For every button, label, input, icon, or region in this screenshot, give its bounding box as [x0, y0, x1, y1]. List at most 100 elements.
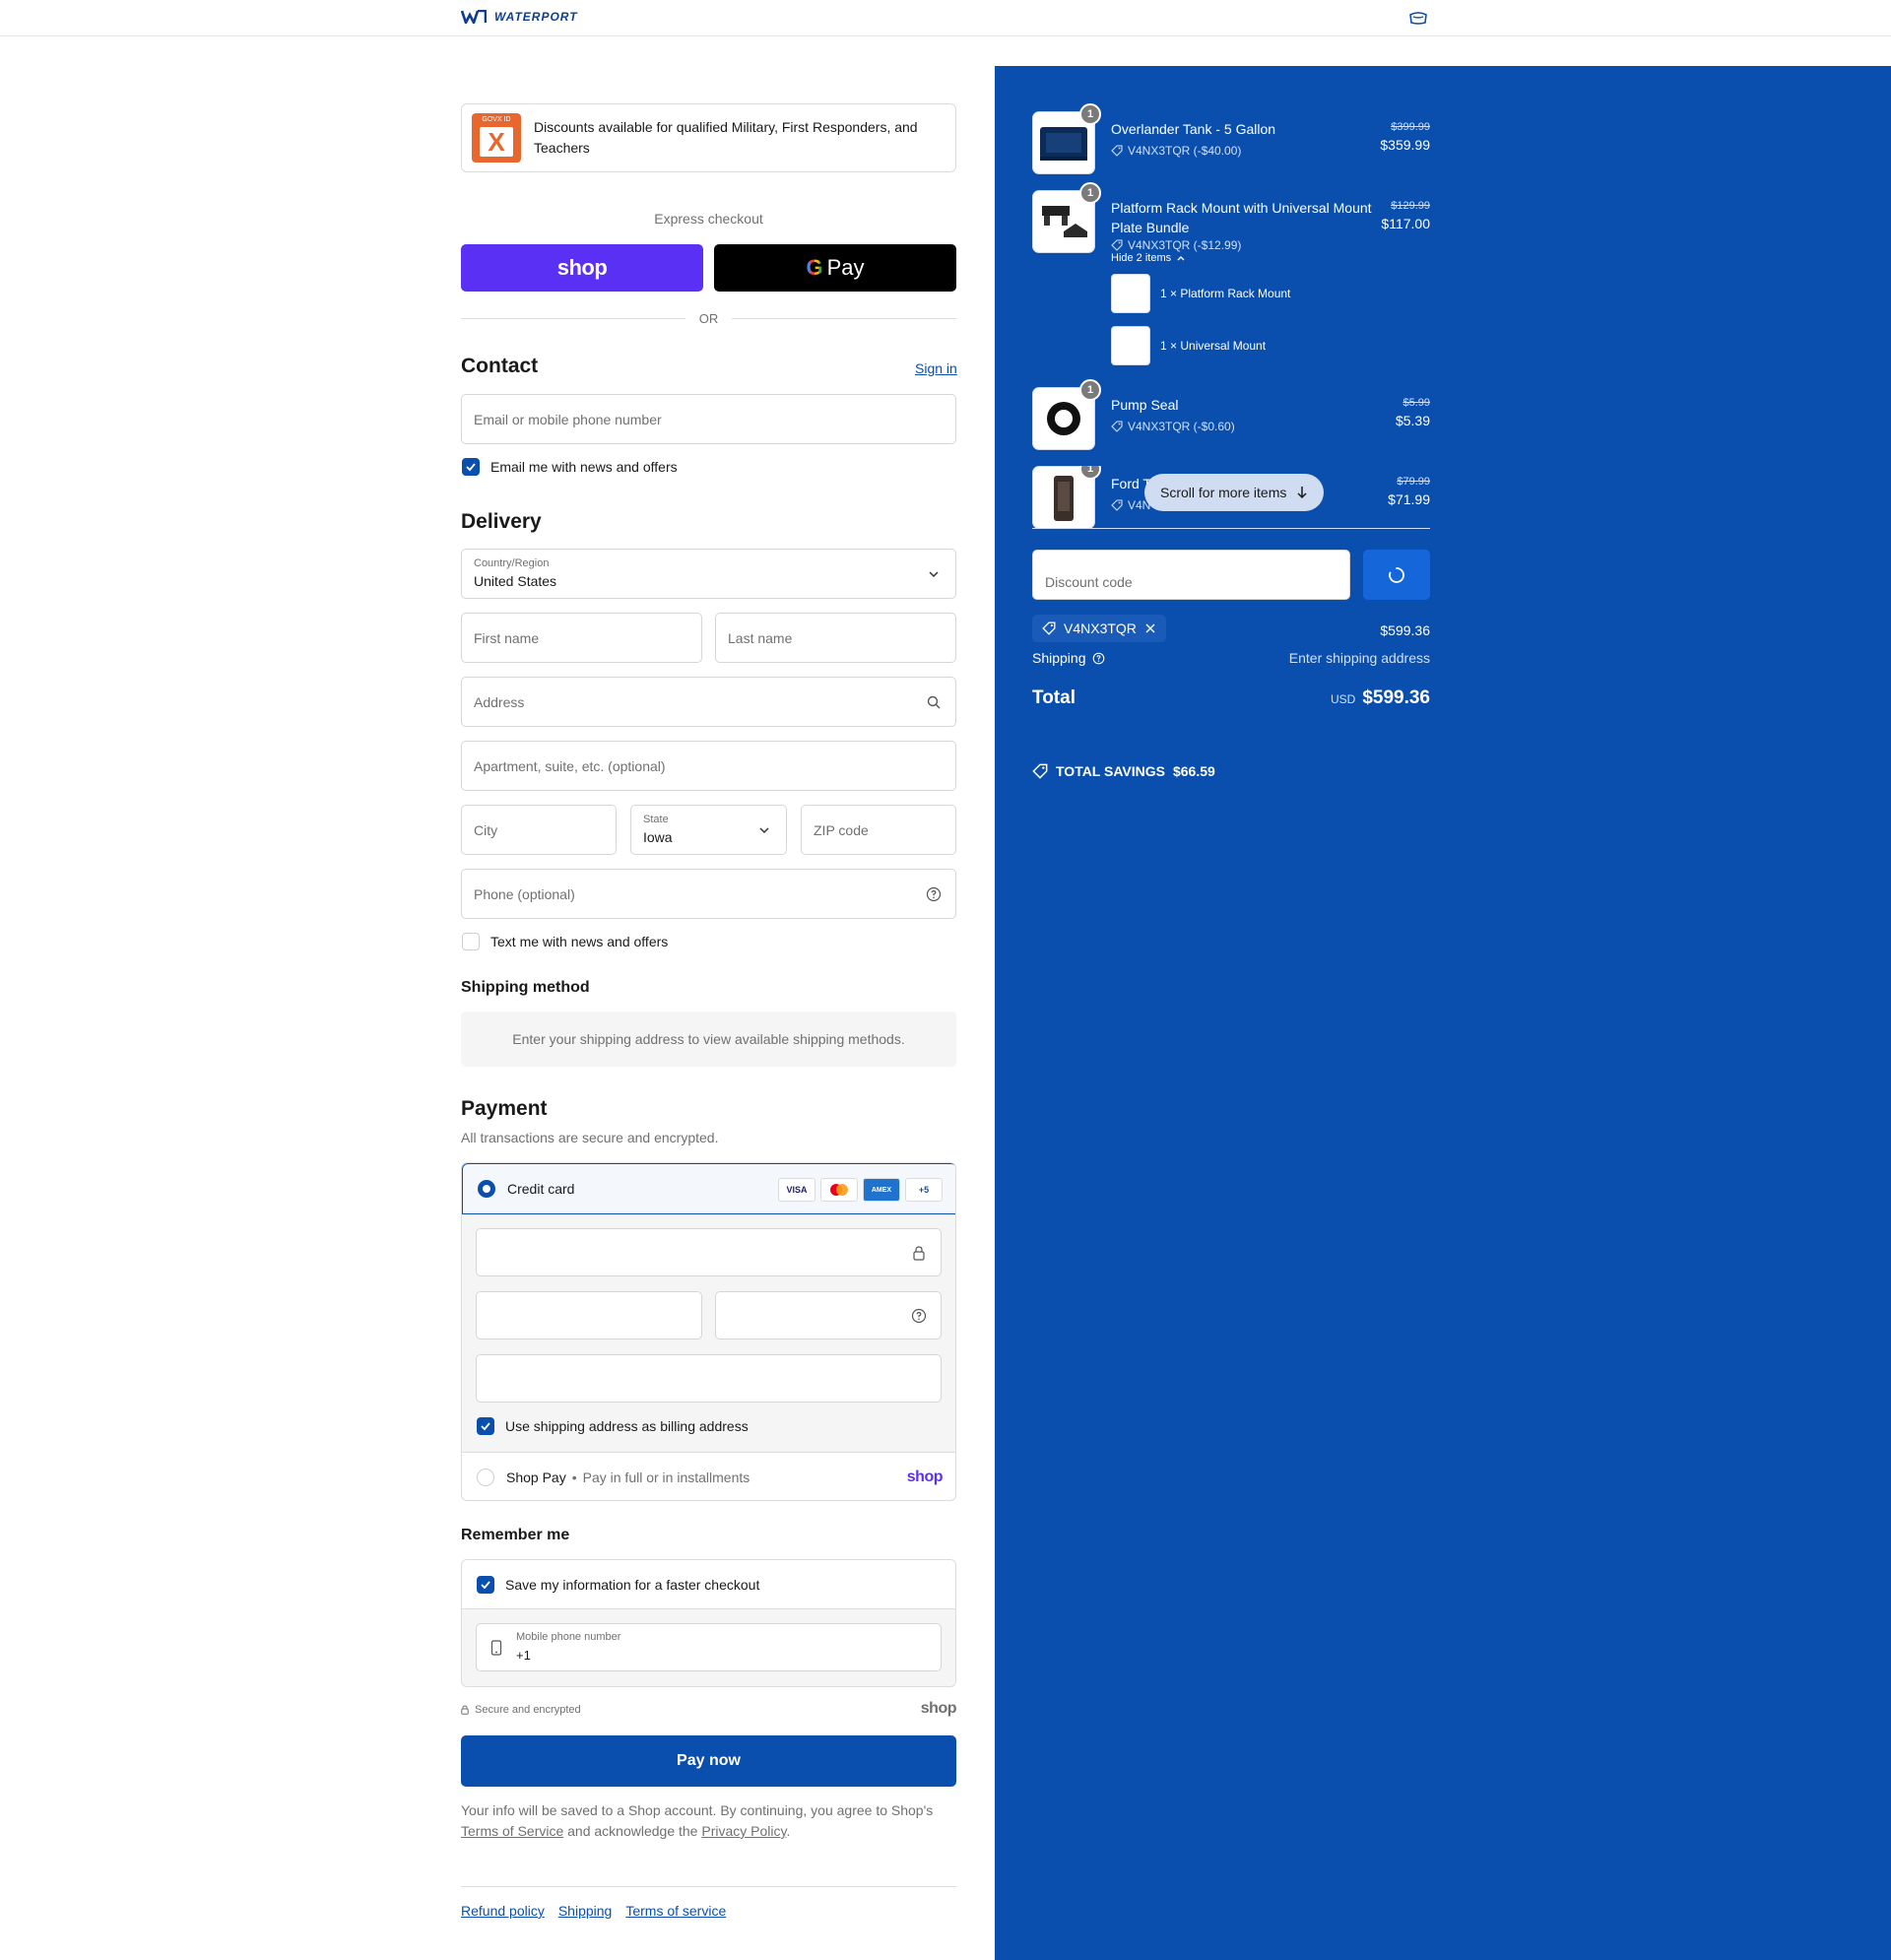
- zip-field[interactable]: ZIP code: [801, 805, 956, 855]
- shop-pay-option[interactable]: Shop Pay • Pay in full or in installment…: [462, 1453, 955, 1500]
- hide-items-toggle[interactable]: Hide 2 items: [1111, 252, 1186, 264]
- scroll-more-button[interactable]: Scroll for more items: [1144, 474, 1325, 511]
- help-icon[interactable]: [1092, 652, 1105, 665]
- item-discount: V4NX3TQR (-$12.99): [1111, 238, 1241, 252]
- hide-items-label: Hide 2 items: [1111, 252, 1172, 264]
- card-brands: VISA AMEX +5: [778, 1178, 943, 1202]
- shipping-row-label: Shipping: [1032, 650, 1105, 666]
- last-name-field[interactable]: Last name: [715, 613, 956, 663]
- shop-pay-sub: Pay in full or in installments: [582, 1470, 750, 1485]
- tag-icon: [1111, 239, 1123, 251]
- email-news-label: Email me with news and offers: [490, 459, 678, 475]
- country-select[interactable]: Country/Region United States: [461, 549, 956, 599]
- mobile-phone-icon: [490, 1640, 502, 1656]
- help-icon[interactable]: [911, 1308, 927, 1324]
- billing-same-checkbox[interactable]: [477, 1417, 494, 1435]
- separator-dot: •: [571, 1470, 577, 1485]
- terms-of-service-link[interactable]: Terms of service: [625, 1903, 726, 1919]
- apply-discount-button[interactable]: [1363, 550, 1430, 600]
- waterport-logo-icon: [461, 10, 487, 24]
- first-name-field[interactable]: First name: [461, 613, 702, 663]
- savings-label: TOTAL SAVINGS: [1056, 763, 1165, 779]
- google-pay-button[interactable]: G Pay: [714, 244, 956, 292]
- discount-placeholder: Discount code: [1045, 574, 1133, 590]
- email-news-row[interactable]: Email me with news and offers: [462, 458, 678, 476]
- cart-icon[interactable]: [1407, 10, 1429, 26]
- item-discount-code: V4NX3TQR (-$40.00): [1128, 144, 1242, 158]
- shipping-policy-link[interactable]: Shipping: [558, 1903, 613, 1919]
- checkmark-icon: [466, 463, 476, 472]
- govx-logo-mark: X: [480, 127, 513, 157]
- tag-icon: [1111, 499, 1123, 511]
- scroll-hint-label: Scroll for more items: [1160, 485, 1287, 500]
- search-icon: [927, 695, 941, 709]
- phone-placeholder: Phone (optional): [474, 886, 575, 902]
- item-name: Pump Seal: [1111, 397, 1179, 413]
- shop-pay-button[interactable]: shop: [461, 244, 703, 292]
- payment-methods: Credit card VISA AMEX +5 Use shipping ad…: [461, 1162, 956, 1501]
- credit-card-form: Use shipping address as billing address: [462, 1214, 955, 1453]
- mobile-phone-label: Mobile phone number: [516, 1631, 621, 1643]
- sub-item-image: [1111, 274, 1150, 313]
- top-header: WATERPORT: [0, 0, 1891, 36]
- line-item: 1 Platform Rack Mount with Universal Mou…: [1032, 182, 1430, 367]
- name-on-card-field[interactable]: [476, 1354, 942, 1403]
- pay-now-button[interactable]: Pay now: [461, 1735, 956, 1787]
- shipping-value: Enter shipping address: [1288, 650, 1430, 666]
- text-news-label: Text me with news and offers: [490, 934, 669, 949]
- sub-item-label: 1 × Universal Mount: [1160, 339, 1267, 353]
- google-g-icon: G: [806, 255, 823, 280]
- close-icon[interactable]: [1144, 622, 1156, 634]
- shop-privacy-link[interactable]: Privacy Policy: [701, 1823, 786, 1839]
- text-news-checkbox[interactable]: [462, 933, 480, 950]
- address-field[interactable]: Address: [461, 677, 956, 727]
- legal-text: Your info will be saved to a Shop accoun…: [461, 1800, 956, 1842]
- shop-logo-grey: shop: [920, 1700, 957, 1717]
- subtotal-value: $599.36: [1380, 622, 1430, 638]
- security-code-field[interactable]: [715, 1291, 942, 1339]
- tag-icon: [1032, 763, 1048, 779]
- govx-promo-banner[interactable]: GOVX ID X Discounts available for qualif…: [461, 103, 956, 172]
- payment-title: Payment: [461, 1097, 548, 1120]
- bundle-sub-item: 1 × Universal Mount: [1111, 326, 1266, 365]
- first-name-placeholder: First name: [474, 630, 540, 646]
- remember-phone-area: Mobile phone number +1: [462, 1609, 955, 1686]
- or-label: OR: [698, 310, 719, 326]
- discount-code-field[interactable]: Discount code: [1032, 550, 1350, 600]
- legal-pre: Your info will be saved to a Shop accoun…: [461, 1802, 934, 1818]
- save-info-row[interactable]: Save my information for a faster checkou…: [462, 1560, 955, 1609]
- item-discount-code: V4NX3TQR (-$0.60): [1128, 420, 1235, 433]
- email-news-checkbox[interactable]: [462, 458, 480, 476]
- text-news-row[interactable]: Text me with news and offers: [462, 933, 668, 950]
- item-original-price: $399.99: [1391, 121, 1430, 133]
- email-field[interactable]: Email or mobile phone number: [461, 394, 956, 444]
- quantity-badge: 1: [1079, 182, 1101, 204]
- item-name: Platform Rack Mount with Universal Mount…: [1111, 200, 1372, 235]
- phone-field[interactable]: Phone (optional): [461, 869, 956, 919]
- mobile-phone-field[interactable]: Mobile phone number +1: [476, 1623, 942, 1671]
- shop-pay-radio[interactable]: [477, 1469, 494, 1486]
- billing-same-row[interactable]: Use shipping address as billing address: [477, 1417, 749, 1435]
- bundle-sub-item: 1 × Platform Rack Mount: [1111, 274, 1290, 313]
- credit-card-option[interactable]: Credit card VISA AMEX +5: [462, 1163, 955, 1214]
- help-icon[interactable]: [926, 886, 942, 902]
- card-number-field[interactable]: [476, 1228, 942, 1276]
- shipping-method-title: Shipping method: [461, 979, 590, 996]
- refund-policy-link[interactable]: Refund policy: [461, 1903, 545, 1919]
- apartment-placeholder: Apartment, suite, etc. (optional): [474, 758, 666, 774]
- credit-card-radio[interactable]: [478, 1180, 495, 1198]
- apartment-field[interactable]: Apartment, suite, etc. (optional): [461, 741, 956, 791]
- city-field[interactable]: City: [461, 805, 617, 855]
- quantity-badge: 1: [1079, 103, 1101, 125]
- brand-logo[interactable]: WATERPORT: [461, 10, 578, 24]
- checkmark-icon: [481, 1422, 490, 1431]
- expiration-field[interactable]: [476, 1291, 702, 1339]
- shop-terms-link[interactable]: Terms of Service: [461, 1823, 563, 1839]
- legal-post: .: [786, 1823, 791, 1839]
- state-select[interactable]: State Iowa: [630, 805, 787, 855]
- sign-in-link[interactable]: Sign in: [915, 360, 957, 376]
- country-label: Country/Region: [474, 557, 550, 569]
- brand-name: WATERPORT: [494, 10, 578, 24]
- checkmark-icon: [481, 1580, 490, 1589]
- save-info-checkbox[interactable]: [477, 1575, 494, 1594]
